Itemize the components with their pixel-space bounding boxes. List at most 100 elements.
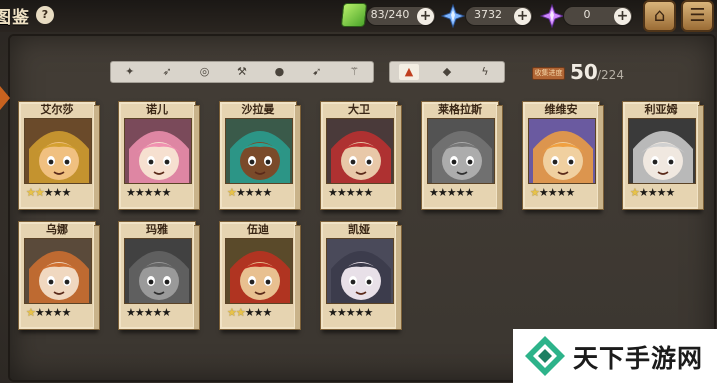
star-empty-icon: ★ <box>328 306 338 319</box>
top-bar: 图鉴 ? 83/240 + 3732 + 0 + ⌂ ☰ <box>0 0 717 32</box>
element-filter-bar: ▲ ◆ ϟ <box>389 61 505 83</box>
collection-total: /224 <box>597 68 624 82</box>
star-empty-icon: ★ <box>161 186 172 199</box>
hammer-icon[interactable]: ⚒ <box>232 64 252 80</box>
hero-card[interactable]: 诺儿 ★★★★★ <box>118 101 200 210</box>
hero-name: 莱格拉斯 <box>438 103 482 116</box>
hero-star-rating: ★★★★★ <box>26 186 72 200</box>
star-empty-icon: ★ <box>328 186 338 199</box>
hero-portrait <box>225 118 293 184</box>
star-filled-icon: ★ <box>26 186 36 199</box>
hero-star-rating: ★★★★★ <box>227 306 272 320</box>
hero-portrait <box>24 118 92 184</box>
class-filter-bar: ✦ ➶ ◎ ⚒ ● ➹ ⚚ <box>110 61 374 83</box>
staff-icon[interactable]: ⚚ <box>344 64 364 80</box>
hero-portrait <box>225 238 293 304</box>
star-empty-icon: ★ <box>354 186 365 199</box>
star-empty-icon: ★ <box>34 306 45 319</box>
stamina-value: 83/240 <box>370 8 410 21</box>
star-empty-icon: ★ <box>152 186 163 199</box>
helmet-icon[interactable]: ● <box>269 64 289 80</box>
fire-icon[interactable]: ▲ <box>399 64 419 80</box>
hero-name: 沙拉曼 <box>241 103 275 116</box>
star-empty-icon: ★ <box>52 306 63 319</box>
star-filled-icon: ★ <box>530 186 540 199</box>
star-empty-icon: ★ <box>253 186 264 199</box>
star-empty-icon: ★ <box>565 186 576 199</box>
star-empty-icon: ★ <box>262 186 273 199</box>
home-button[interactable]: ⌂ <box>643 0 676 32</box>
hero-card[interactable]: 维维安 ★★★★★ <box>522 101 604 210</box>
star-empty-icon: ★ <box>638 186 649 199</box>
add-blue-crystal-button[interactable]: + <box>514 8 531 25</box>
lightning-icon[interactable]: ϟ <box>475 64 495 80</box>
hero-card[interactable]: 玛雅 ★★★★★ <box>118 221 200 330</box>
star-empty-icon: ★ <box>61 306 72 319</box>
star-filled-icon: ★ <box>235 306 246 319</box>
star-empty-icon: ★ <box>52 186 63 199</box>
star-empty-icon: ★ <box>161 306 172 319</box>
star-empty-icon: ★ <box>143 306 154 319</box>
sword-icon[interactable]: ✦ <box>120 64 140 80</box>
star-empty-icon: ★ <box>345 186 356 199</box>
star-empty-icon: ★ <box>244 306 255 319</box>
hero-card[interactable]: 大卫 ★★★★★ <box>320 101 402 210</box>
hero-portrait <box>124 118 192 184</box>
hero-card[interactable]: 利亚姆 ★★★★★ <box>622 101 704 210</box>
star-empty-icon: ★ <box>464 186 475 199</box>
star-empty-icon: ★ <box>437 186 448 199</box>
hero-portrait <box>124 238 192 304</box>
stamina-icon <box>340 3 368 27</box>
star-empty-icon: ★ <box>455 186 466 199</box>
hero-card[interactable]: 莱格拉斯 ★★★★★ <box>421 101 503 210</box>
page-title: 图鉴 <box>0 8 30 27</box>
hero-star-rating: ★★★★★ <box>26 306 72 320</box>
purple-crystal-counter: 0 + <box>563 6 633 26</box>
collection-count: 50 <box>570 60 598 84</box>
star-empty-icon: ★ <box>235 186 246 199</box>
hero-name: 诺儿 <box>146 103 168 116</box>
hero-card[interactable]: 伍迪 ★★★★★ <box>219 221 301 330</box>
hero-card[interactable]: 凯娅 ★★★★★ <box>320 221 402 330</box>
star-filled-icon: ★ <box>227 186 237 199</box>
hero-portrait <box>628 118 696 184</box>
hero-name: 乌娜 <box>46 223 68 236</box>
blue-crystal-icon <box>441 4 465 28</box>
star-filled-icon: ★ <box>227 306 237 319</box>
watermark-text: 天下手游网 <box>573 344 704 373</box>
purple-crystal-value: 0 <box>583 8 591 21</box>
star-empty-icon: ★ <box>656 186 667 199</box>
hero-name: 凯娅 <box>348 223 370 236</box>
star-empty-icon: ★ <box>43 306 54 319</box>
star-empty-icon: ★ <box>647 186 658 199</box>
star-empty-icon: ★ <box>665 186 676 199</box>
add-purple-crystal-button[interactable]: + <box>614 8 631 25</box>
star-empty-icon: ★ <box>61 186 72 199</box>
water-icon[interactable]: ◆ <box>437 64 457 80</box>
star-empty-icon: ★ <box>134 306 145 319</box>
bow-icon[interactable]: ➹ <box>307 64 327 80</box>
hero-star-rating: ★★★★★ <box>630 186 676 200</box>
star-filled-icon: ★ <box>26 306 36 319</box>
hero-card[interactable]: 沙拉曼 ★★★★★ <box>219 101 301 210</box>
star-empty-icon: ★ <box>126 306 136 319</box>
star-empty-icon: ★ <box>363 306 374 319</box>
hero-star-rating: ★★★★★ <box>328 186 373 200</box>
star-empty-icon: ★ <box>134 186 145 199</box>
star-empty-icon: ★ <box>354 306 365 319</box>
hero-star-rating: ★★★★★ <box>530 186 576 200</box>
hero-name: 利亚姆 <box>644 103 678 116</box>
hero-card[interactable]: 乌娜 ★★★★★ <box>18 221 100 330</box>
star-empty-icon: ★ <box>126 186 136 199</box>
star-empty-icon: ★ <box>538 186 549 199</box>
spear-icon[interactable]: ➶ <box>157 64 177 80</box>
star-empty-icon: ★ <box>429 186 439 199</box>
help-button[interactable]: ? <box>36 6 54 24</box>
shield-icon[interactable]: ◎ <box>195 64 215 80</box>
hero-card[interactable]: 艾尔莎 ★★★★★ <box>18 101 100 210</box>
star-empty-icon: ★ <box>446 186 457 199</box>
add-stamina-button[interactable]: + <box>417 8 434 25</box>
menu-button[interactable]: ☰ <box>681 0 714 32</box>
star-empty-icon: ★ <box>336 186 347 199</box>
star-empty-icon: ★ <box>345 306 356 319</box>
